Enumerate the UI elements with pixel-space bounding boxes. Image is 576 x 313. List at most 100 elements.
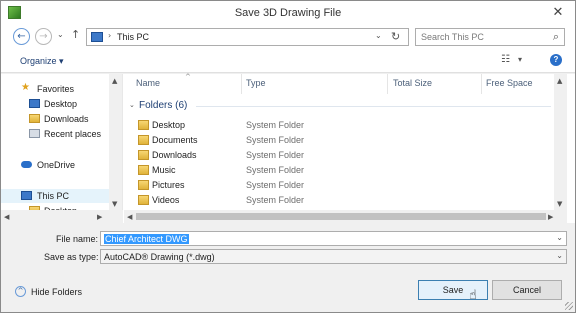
file-type: System Folder xyxy=(246,165,305,175)
cancel-button[interactable]: Cancel xyxy=(492,280,562,300)
sidebar-item-onedrive[interactable]: OneDrive xyxy=(1,158,109,172)
downloads-folder-icon xyxy=(29,114,40,123)
recent-places-icon xyxy=(29,129,40,138)
scrollbar-thumb[interactable] xyxy=(136,213,546,220)
window-title: Save 3D Drawing File xyxy=(234,7,342,19)
column-divider[interactable] xyxy=(481,74,482,94)
file-list: ^ Name Type Total Size Free Space ⌄ Fold… xyxy=(124,73,575,223)
list-item[interactable]: Documents System Folder xyxy=(136,133,556,148)
file-type: System Folder xyxy=(246,195,305,205)
scroll-left-icon[interactable]: ◀ xyxy=(4,213,9,221)
list-item[interactable]: Desktop System Folder xyxy=(136,118,556,133)
breadcrumb-this-pc[interactable]: This PC xyxy=(117,32,149,42)
file-type: System Folder xyxy=(246,180,305,190)
file-name: Pictures xyxy=(152,180,185,190)
sidebar-item-label: Favorites xyxy=(37,84,75,94)
file-list-horizontal-scrollbar[interactable]: ◀ ▶ xyxy=(124,210,567,223)
save-button[interactable]: Save xyxy=(418,280,488,300)
sidebar-item-label: Desktop xyxy=(44,99,78,109)
sidebar-scrollbar[interactable]: ▲ ▼ xyxy=(109,74,122,223)
up-button[interactable]: ↑ xyxy=(71,28,80,41)
list-item[interactable]: Music System Folder xyxy=(136,163,556,178)
sidebar-item-label: OneDrive xyxy=(37,160,76,170)
scroll-right-icon[interactable]: ▶ xyxy=(548,213,553,221)
help-icon[interactable]: ? xyxy=(550,54,562,66)
file-name: Downloads xyxy=(152,150,197,160)
refresh-icon[interactable]: ↻ xyxy=(391,30,400,43)
group-collapse-icon[interactable]: ⌄ xyxy=(129,101,135,109)
sidebar-horizontal-scrollbar[interactable]: ◀ ▶ xyxy=(1,210,123,223)
title-bar: Save 3D Drawing File ✕ xyxy=(1,1,575,25)
group-header-folders[interactable]: Folders (6) xyxy=(139,100,187,111)
file-name-value: Chief Architect DWG xyxy=(104,234,189,244)
file-name: Videos xyxy=(152,195,180,205)
folder-icon xyxy=(138,135,149,145)
sidebar-item-desktop[interactable]: Desktop xyxy=(1,97,109,111)
save-as-type-label: Save as type: xyxy=(44,252,99,262)
navigation-pane: ★ Favorites Desktop Downloads Recent pla… xyxy=(1,74,123,223)
recent-locations-icon[interactable]: ⌄ xyxy=(57,30,64,39)
column-header-type[interactable]: Type xyxy=(246,78,266,88)
breadcrumb-separator-icon[interactable]: › xyxy=(108,31,111,40)
organize-menu[interactable]: Organize ▾ xyxy=(20,56,64,67)
view-options-icon[interactable]: ☷ xyxy=(501,54,510,65)
save-as-type-dropdown-icon[interactable]: ⌄ xyxy=(556,251,563,260)
search-icon[interactable]: ⌕ xyxy=(553,30,559,44)
pc-icon xyxy=(91,32,103,42)
folder-icon xyxy=(138,180,149,190)
back-button[interactable]: ← xyxy=(13,28,30,45)
search-input[interactable]: Search This PC ⌕ xyxy=(415,28,565,46)
view-dropdown-icon[interactable]: ▾ xyxy=(518,55,522,64)
list-item[interactable]: Videos System Folder xyxy=(136,193,556,208)
scroll-up-icon[interactable]: ▲ xyxy=(112,77,117,85)
column-divider[interactable] xyxy=(241,74,242,94)
scroll-up-icon[interactable]: ▲ xyxy=(557,77,562,85)
scroll-down-icon[interactable]: ▼ xyxy=(557,200,562,208)
pc-icon xyxy=(21,191,32,200)
folder-icon xyxy=(138,195,149,205)
column-header-free-space[interactable]: Free Space xyxy=(486,78,533,88)
scroll-left-icon[interactable]: ◀ xyxy=(127,213,132,221)
forward-button[interactable]: → xyxy=(35,28,52,45)
column-header-name[interactable]: Name xyxy=(136,78,160,88)
file-type: System Folder xyxy=(246,150,305,160)
file-name-field[interactable]: Chief Architect DWG ⌄ xyxy=(100,231,567,246)
file-name-label: File name: xyxy=(56,234,99,244)
file-type: System Folder xyxy=(246,135,305,145)
group-divider xyxy=(196,106,551,107)
resize-grip[interactable] xyxy=(565,302,573,310)
column-divider[interactable] xyxy=(387,74,388,94)
address-bar[interactable]: › This PC ⌄ ↻ xyxy=(86,28,409,46)
mouse-cursor-icon: ☝ xyxy=(469,288,477,303)
collapse-icon: ^ xyxy=(15,286,26,297)
scroll-down-icon[interactable]: ▼ xyxy=(112,200,117,208)
close-button[interactable]: ✕ xyxy=(549,5,567,21)
search-placeholder: Search This PC xyxy=(421,32,484,42)
sidebar-item-label: This PC xyxy=(37,191,70,201)
column-header-total-size[interactable]: Total Size xyxy=(393,78,432,88)
save-as-type-select[interactable]: AutoCAD® Drawing (*.dwg) ⌄ xyxy=(100,249,567,264)
scroll-right-icon[interactable]: ▶ xyxy=(97,213,102,221)
sidebar-item-downloads[interactable]: Downloads xyxy=(1,112,109,126)
star-icon: ★ xyxy=(21,82,30,93)
sidebar-item-label: Downloads xyxy=(44,114,89,124)
folder-icon xyxy=(138,120,149,130)
file-type: System Folder xyxy=(246,120,305,130)
sidebar-item-label: Recent places xyxy=(44,129,102,139)
sidebar-item-this-pc[interactable]: This PC xyxy=(1,189,109,203)
navigation-bar: ← → ⌄ ↑ › This PC ⌄ ↻ Search This PC ⌕ xyxy=(1,25,575,49)
folder-icon xyxy=(138,165,149,175)
list-item[interactable]: Pictures System Folder xyxy=(136,178,556,193)
hide-folders-label: Hide Folders xyxy=(31,287,83,297)
list-item[interactable]: Downloads System Folder xyxy=(136,148,556,163)
file-name: Desktop xyxy=(152,120,186,130)
toolbar: Organize ▾ ☷ ▾ ? xyxy=(1,49,575,73)
sidebar-item-recent-places[interactable]: Recent places xyxy=(1,127,109,141)
file-name-dropdown-icon[interactable]: ⌄ xyxy=(556,233,563,242)
address-dropdown-icon[interactable]: ⌄ xyxy=(375,31,382,40)
file-list-scrollbar[interactable]: ▲ ▼ xyxy=(554,74,567,210)
main-area: ★ Favorites Desktop Downloads Recent pla… xyxy=(1,73,575,223)
sidebar-item-favorites[interactable]: ★ Favorites xyxy=(1,82,109,96)
save-dialog: Save 3D Drawing File ✕ ← → ⌄ ↑ › This PC… xyxy=(0,0,576,313)
file-name: Documents xyxy=(152,135,198,145)
